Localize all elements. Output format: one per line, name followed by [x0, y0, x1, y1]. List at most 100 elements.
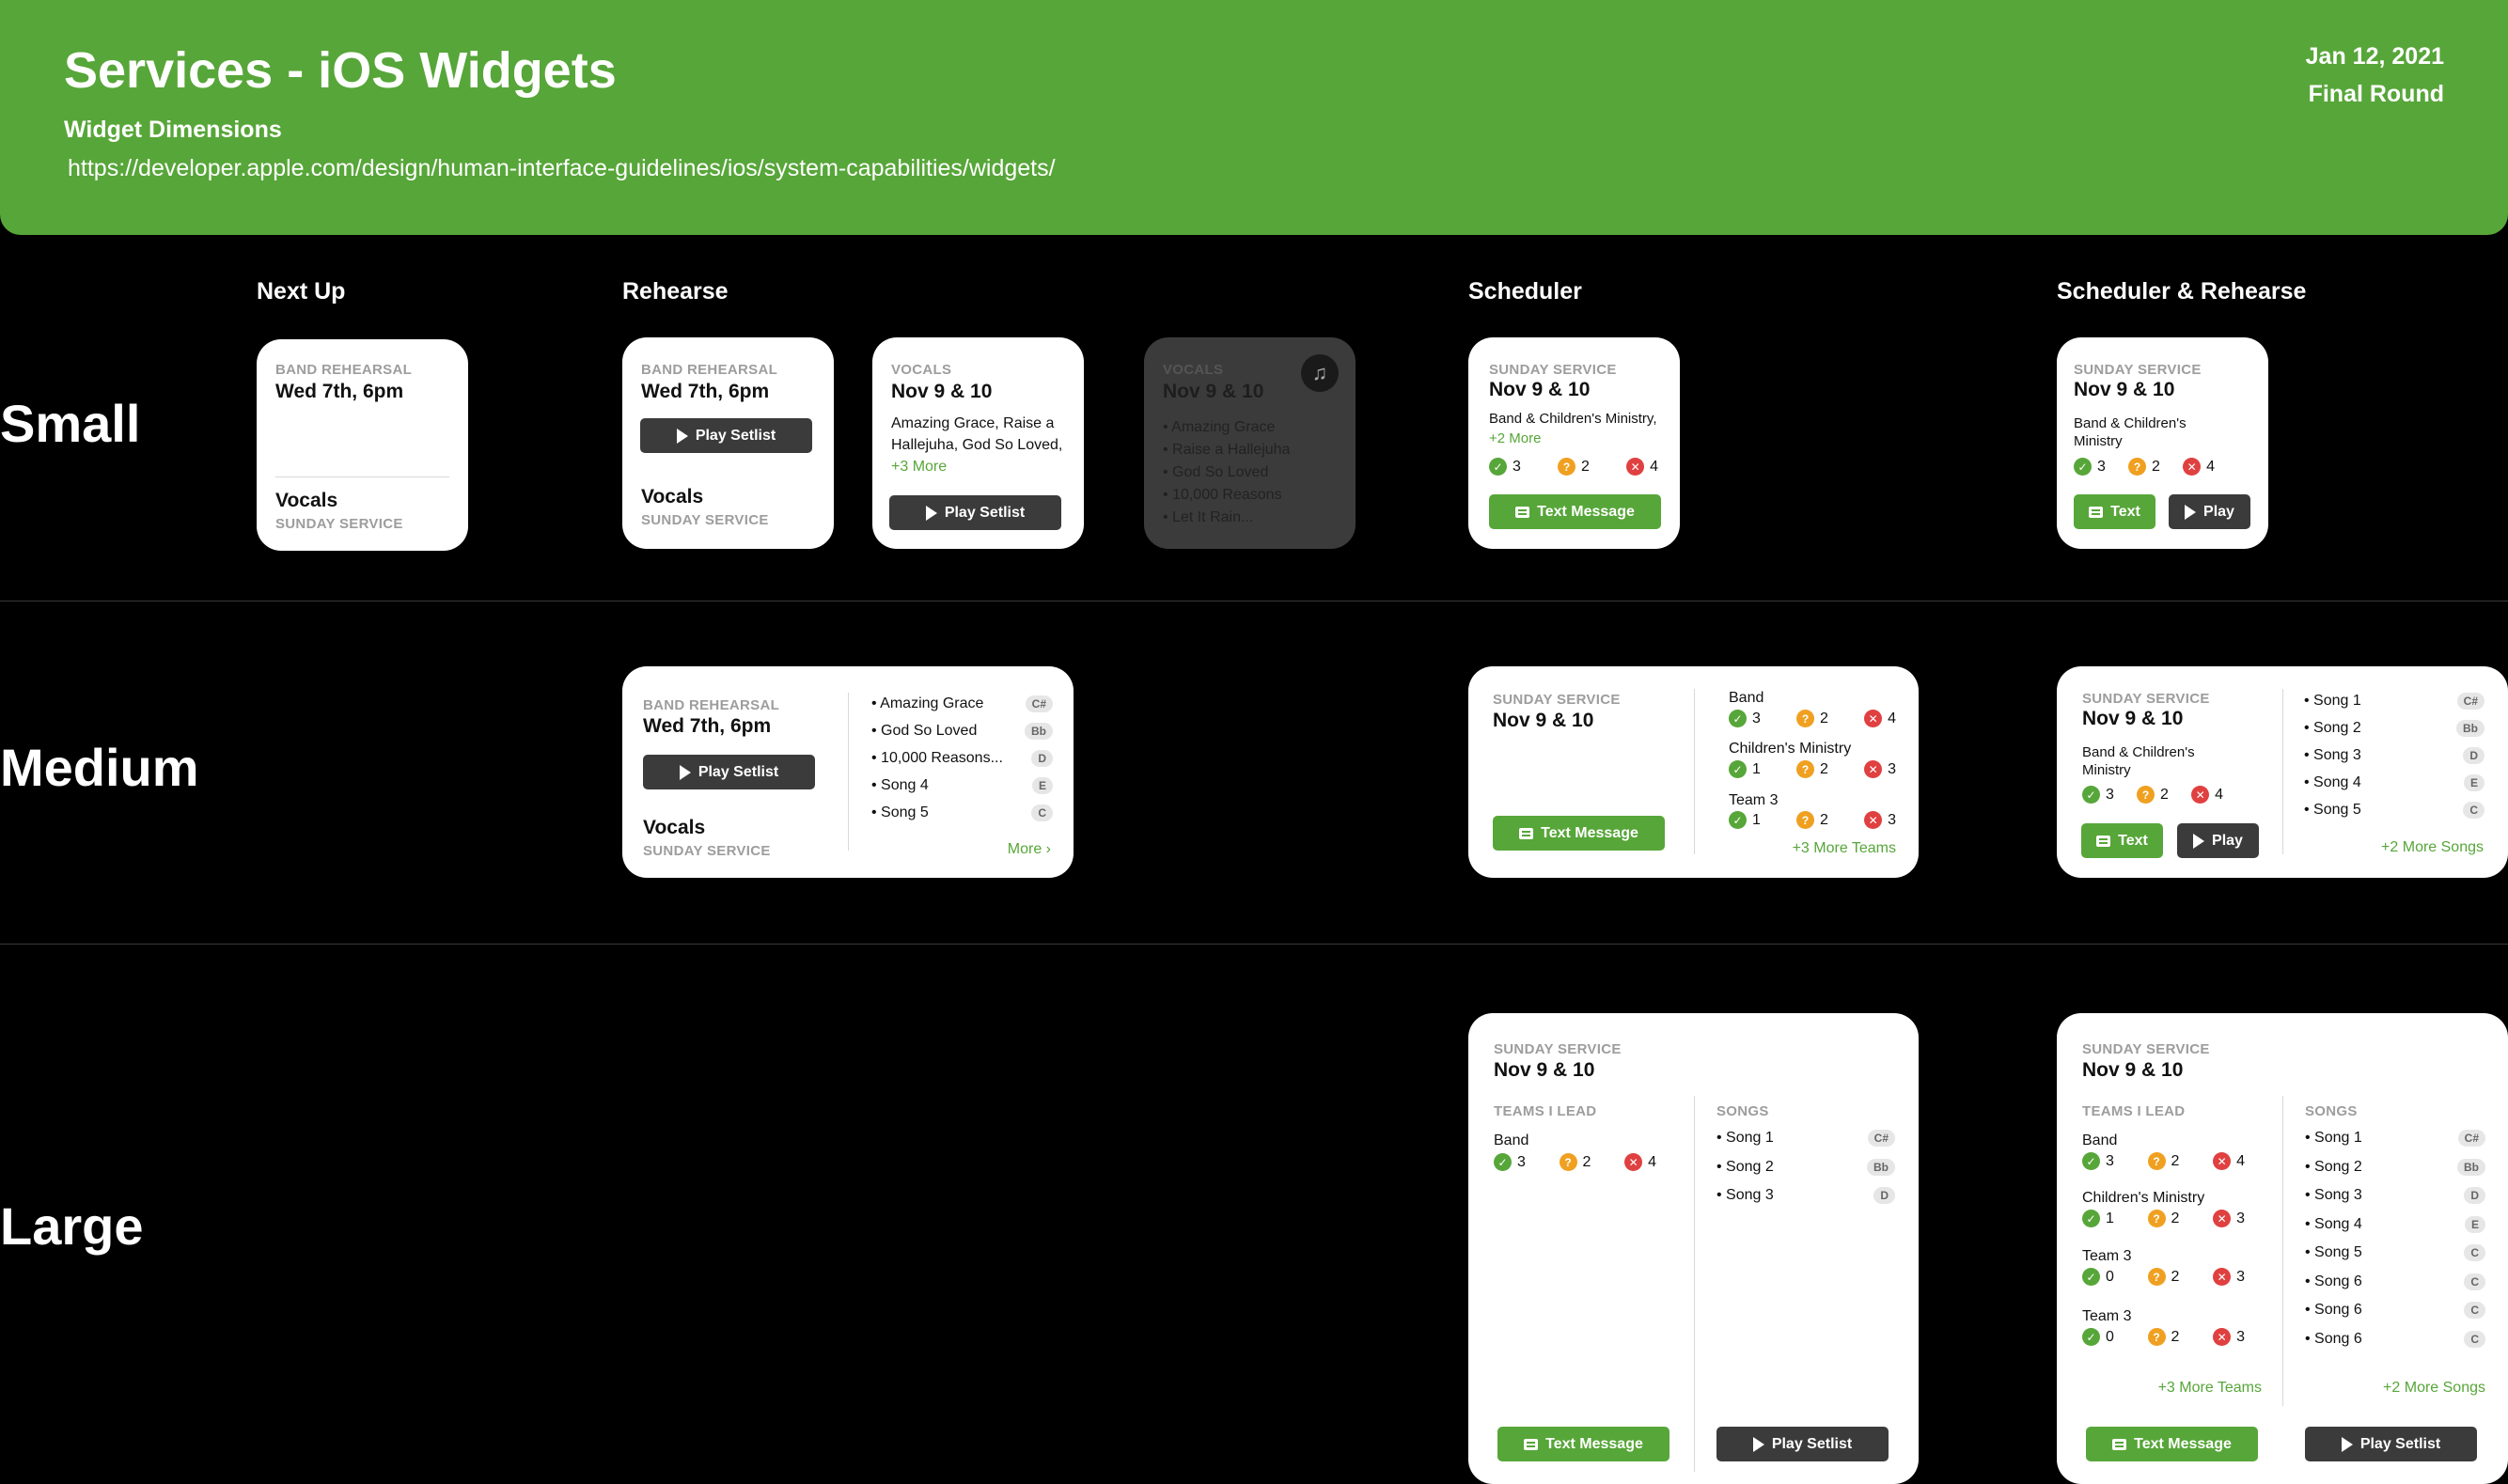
team-label: VOCALS: [891, 362, 952, 378]
song-row[interactable]: • Song 1 C#: [1716, 1130, 1895, 1147]
song-row[interactable]: • Song 1 C#: [2304, 693, 2484, 710]
more-songs-link[interactable]: +2 More Songs: [2383, 1380, 2485, 1397]
confirmed-count: 3: [1513, 458, 1521, 475]
song-name: • Song 3: [1716, 1187, 1774, 1203]
song-row[interactable]: • Song 4 E: [2305, 1216, 2485, 1233]
song-names: Amazing Grace, Raise a Hallejuha, God So…: [891, 415, 1063, 453]
pending-count: 2: [2171, 1152, 2180, 1169]
song-row[interactable]: • 10,000 Reasons... D: [871, 750, 1053, 767]
song-row[interactable]: • Song 1 C#: [2305, 1130, 2485, 1147]
widget-scheduler-rehearse-large[interactable]: SUNDAY SERVICE Nov 9 & 10 TEAMS I LEAD B…: [2057, 1013, 2508, 1484]
event-time: Wed 7th, 6pm: [641, 381, 770, 402]
song-row[interactable]: • Song 5 C: [2304, 802, 2484, 819]
text-button[interactable]: Text: [2081, 823, 2163, 858]
play-setlist-button[interactable]: Play Setlist: [643, 755, 815, 789]
column-next-up: Next Up: [257, 278, 346, 305]
song-name: • Song 6: [2305, 1331, 2362, 1347]
song-row[interactable]: • Song 3 D: [2305, 1187, 2485, 1204]
pending-count: 2: [1581, 458, 1590, 475]
song-row[interactable]: • Song 2 Bb: [2304, 720, 2484, 737]
service-dates: Nov 9 & 10: [891, 381, 993, 402]
check-icon: ✓: [1494, 1153, 1512, 1171]
service-dates: Nov 9 & 10: [1494, 1059, 1595, 1081]
column-divider: [1694, 1096, 1695, 1472]
widget-rehearse-vocals-small[interactable]: VOCALS Nov 9 & 10 Amazing Grace, Raise a…: [872, 337, 1084, 549]
play-icon: [1752, 1436, 1764, 1452]
more-teams-link[interactable]: +3 More Teams: [2057, 1380, 2262, 1397]
confirmed-count: 3: [2106, 1152, 2114, 1169]
play-setlist-button[interactable]: Play Setlist: [640, 418, 812, 453]
x-icon: ✕: [2213, 1210, 2232, 1227]
widget-scheduler-small[interactable]: SUNDAY SERVICE Nov 9 & 10 Band & Childre…: [1468, 337, 1680, 549]
declined-count: 3: [2236, 1210, 2245, 1226]
song-row[interactable]: • Song 4 E: [2304, 774, 2484, 791]
song-key: Bb: [1867, 1159, 1895, 1176]
pending-count: 2: [1820, 811, 1828, 828]
button-label: Play Setlist: [944, 504, 1026, 521]
song-row[interactable]: • Song 6 C: [2305, 1302, 2485, 1319]
song-key: E: [1031, 777, 1053, 794]
song-key: C#: [2457, 1130, 2485, 1147]
song-row[interactable]: • Song 6 C: [2305, 1331, 2485, 1348]
play-button[interactable]: Play: [2177, 823, 2259, 858]
more-link[interactable]: More ›: [1008, 841, 1051, 858]
song-row[interactable]: • Song 6 C: [2305, 1273, 2485, 1290]
service-dates: Nov 9 & 10: [1493, 710, 1594, 731]
play-icon: [925, 505, 937, 521]
song-row[interactable]: • Song 5 C: [2305, 1244, 2485, 1261]
x-icon: ✕: [1624, 1153, 1643, 1171]
more-songs-link[interactable]: +2 More Songs: [2381, 839, 2484, 856]
question-icon: ?: [1796, 811, 1815, 829]
reference-link[interactable]: https://developer.apple.com/design/human…: [68, 155, 1056, 182]
service-dates: Nov 9 & 10: [1163, 381, 1264, 402]
widget-scheduler-rehearse-medium[interactable]: SUNDAY SERVICE Nov 9 & 10 Band & Childre…: [2057, 666, 2508, 878]
song-row[interactable]: • Song 4 E: [871, 777, 1053, 794]
widget-scheduler-rehearse-small[interactable]: SUNDAY SERVICE Nov 9 & 10 Band & Childre…: [2057, 337, 2268, 549]
song-row[interactable]: • Song 3 D: [2304, 747, 2484, 764]
song-row[interactable]: • Song 2 Bb: [2305, 1159, 2485, 1176]
song-summary: Amazing Grace, Raise a Hallejuha, God So…: [891, 413, 1070, 477]
song-row[interactable]: • Amazing Grace C#: [871, 695, 1053, 712]
song-list: • Amazing Grace • Raise a Hallejuha • Go…: [1163, 416, 1290, 529]
song-row[interactable]: • God So Loved Bb: [871, 723, 1053, 740]
status-counts: ✓ 0 ? 2 ✕ 3: [2082, 1328, 2245, 1346]
question-icon: ?: [2128, 458, 2147, 476]
button-label: Play Setlist: [2359, 1435, 2441, 1452]
play-icon: [676, 428, 688, 444]
more-songs-link[interactable]: +3 More: [891, 459, 947, 475]
play-setlist-button[interactable]: Play Setlist: [1716, 1427, 1889, 1461]
text-button[interactable]: Text: [2074, 494, 2155, 529]
text-message-button[interactable]: Text Message: [2086, 1427, 2258, 1461]
service-label: SUNDAY SERVICE: [1494, 1041, 1622, 1057]
widget-rehearse-small[interactable]: BAND REHEARSAL Wed 7th, 6pm Play Setlist…: [622, 337, 834, 549]
play-setlist-button[interactable]: Play Setlist: [889, 495, 1061, 530]
widget-next-up-small[interactable]: BAND REHEARSAL Wed 7th, 6pm Vocals SUNDA…: [257, 339, 468, 551]
song-item: • God So Loved: [1163, 464, 1269, 480]
question-icon: ?: [2147, 1210, 2166, 1227]
more-teams-link[interactable]: +3 More Teams: [1793, 840, 1896, 857]
song-key: D: [2463, 747, 2484, 764]
play-setlist-button[interactable]: Play Setlist: [2305, 1427, 2477, 1461]
song-name: • Song 4: [2305, 1216, 2362, 1232]
button-label: Text Message: [2134, 1435, 2232, 1452]
widget-scheduler-medium[interactable]: SUNDAY SERVICE Nov 9 & 10 Text Message B…: [1468, 666, 1919, 878]
confirmed-count: 3: [1752, 710, 1761, 726]
song-row[interactable]: • Song 2 Bb: [1716, 1159, 1895, 1176]
song-row[interactable]: • Song 3 D: [1716, 1187, 1895, 1204]
widget-rehearse-medium[interactable]: BAND REHEARSAL Wed 7th, 6pm Play Setlist…: [622, 666, 1074, 878]
play-button[interactable]: Play: [2169, 494, 2250, 529]
widget-scheduler-large[interactable]: SUNDAY SERVICE Nov 9 & 10 TEAMS I LEAD B…: [1468, 1013, 1919, 1484]
more-teams-link[interactable]: +2 More: [1489, 430, 1541, 446]
text-message-button[interactable]: Text Message: [1489, 494, 1661, 529]
song-key: Bb: [2456, 720, 2484, 737]
widget-rehearse-dark-small[interactable]: VOCALS Nov 9 & 10 ♫ • Amazing Grace • Ra…: [1144, 337, 1356, 549]
column-rehearse: Rehearse: [622, 278, 729, 305]
song-row[interactable]: • Song 5 C: [871, 804, 1053, 821]
button-label: Play Setlist: [695, 427, 776, 444]
song-name: • Song 5: [2304, 802, 2361, 818]
text-message-button[interactable]: Text Message: [1497, 1427, 1669, 1461]
status-counts: ✓ 3 ? 2 ✕ 4: [2082, 786, 2223, 804]
text-message-button[interactable]: Text Message: [1493, 816, 1665, 851]
song-item: • Raise a Hallejuha: [1163, 442, 1291, 458]
team-name: Vocals: [643, 817, 706, 838]
